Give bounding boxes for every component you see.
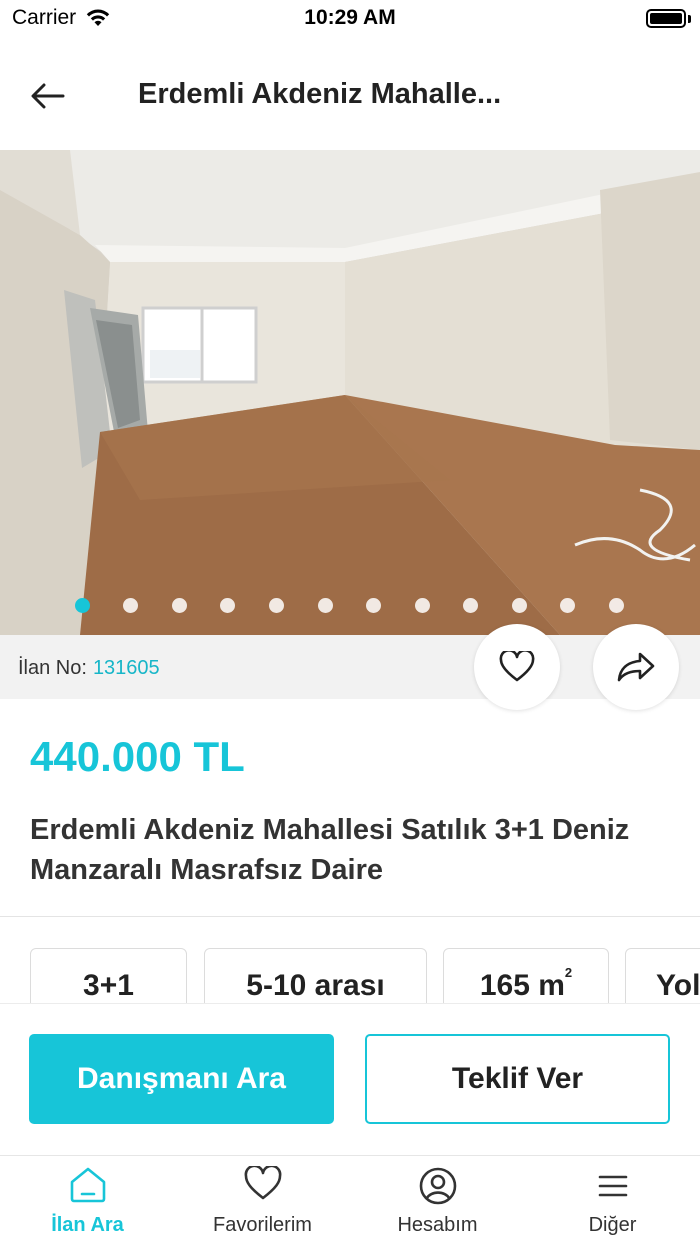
- heart-icon: [244, 1166, 281, 1200]
- listing-id: İlan No: 131605: [18, 657, 160, 680]
- tab-favorilerim[interactable]: Favorilerim: [175, 1156, 350, 1244]
- arrow-left-icon: [31, 83, 65, 109]
- page-dot[interactable]: [172, 598, 187, 613]
- page-dot[interactable]: [220, 598, 235, 613]
- page-dot[interactable]: [415, 598, 430, 613]
- page-dot[interactable]: [318, 598, 333, 613]
- tab-label: İlan Ara: [51, 1214, 124, 1236]
- status-bar: Carrier 10:29 AM: [0, 0, 700, 40]
- page-dot[interactable]: [560, 598, 575, 613]
- page-dot[interactable]: [512, 598, 527, 613]
- listing-photo[interactable]: [0, 150, 700, 635]
- tab-label: Hesabım: [397, 1214, 478, 1236]
- share-button[interactable]: [593, 624, 679, 710]
- divider: [0, 916, 700, 917]
- menu-icon: [598, 1175, 627, 1197]
- page-dot[interactable]: [609, 598, 624, 613]
- user-circle-icon: [419, 1167, 456, 1205]
- home-icon: [70, 1167, 105, 1203]
- tab-ilan-ara[interactable]: İlan Ara: [0, 1156, 175, 1244]
- feature-value: Yol: [656, 969, 700, 1002]
- listing-price: 440.000 TL: [30, 733, 245, 780]
- battery-tip: [688, 15, 691, 23]
- page-dot[interactable]: [269, 598, 284, 613]
- battery-icon: [646, 9, 686, 28]
- tab-diger[interactable]: Diğer: [525, 1156, 700, 1244]
- page-dot[interactable]: [463, 598, 478, 613]
- listing-id-value: 131605: [92, 657, 160, 679]
- feature-value: 3+1: [83, 969, 134, 1002]
- page-dot[interactable]: [123, 598, 138, 613]
- page-dot[interactable]: [366, 598, 381, 613]
- make-offer-button[interactable]: Teklif Ver: [365, 1034, 670, 1124]
- favorite-button[interactable]: [474, 624, 560, 710]
- photo-pagination: [0, 598, 700, 614]
- page-title: Erdemli Akdeniz Mahalle...: [138, 78, 502, 110]
- status-time: 10:29 AM: [304, 6, 396, 29]
- feature-unit-sup: 2: [564, 965, 573, 980]
- call-consultant-button[interactable]: Danışmanı Ara: [29, 1034, 334, 1124]
- tab-label: Favorilerim: [213, 1214, 312, 1236]
- room-photo: [0, 150, 700, 635]
- feature-value: 5-10 arası: [246, 969, 385, 1002]
- tab-label: Diğer: [588, 1214, 637, 1236]
- page-dot[interactable]: [75, 598, 90, 613]
- listing-title: Erdemli Akdeniz Mahallesi Satılık 3+1 De…: [30, 814, 630, 886]
- tab-hesabim[interactable]: Hesabım: [350, 1156, 525, 1244]
- heart-icon: [499, 651, 535, 682]
- navigation-bar: Erdemli Akdeniz Mahalle...: [0, 50, 700, 140]
- back-button[interactable]: [24, 72, 72, 120]
- tab-bar: İlan Ara Favorilerim Hesabım Diğer: [0, 1155, 700, 1244]
- feature-value: 165 m: [479, 969, 565, 1002]
- share-icon: [617, 652, 655, 682]
- listing-id-label: İlan No:: [18, 657, 87, 679]
